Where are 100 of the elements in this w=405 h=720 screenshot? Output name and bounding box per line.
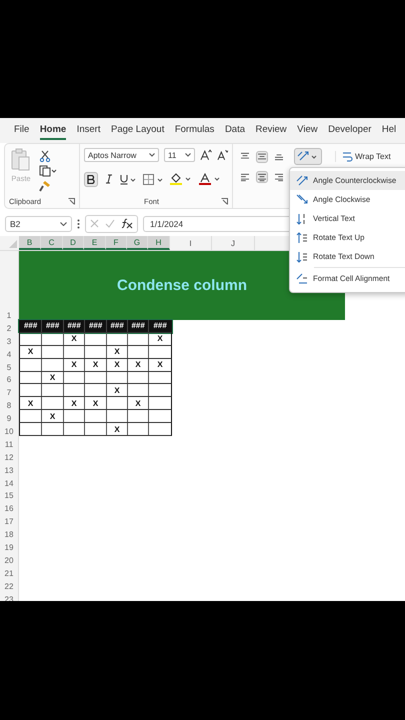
rotate-down-icon — [296, 250, 308, 262]
cut-icon[interactable] — [39, 150, 51, 162]
column-header[interactable]: H — [148, 236, 170, 250]
row-header[interactable]: 11 — [0, 436, 19, 449]
row-header[interactable]: 5 — [0, 358, 19, 372]
row-header[interactable]: 1 — [0, 251, 19, 320]
vertical-align-button[interactable] — [256, 150, 268, 162]
table-cell[interactable]: ### — [128, 320, 149, 332]
table-cell[interactable]: ### — [85, 320, 107, 332]
horizontal-align-button[interactable] — [273, 171, 285, 183]
row-header[interactable]: 14 — [0, 474, 19, 488]
column-header[interactable]: E — [84, 236, 106, 250]
row-header[interactable]: 13 — [0, 462, 19, 475]
format-painter-icon[interactable] — [39, 180, 51, 192]
orientation-button[interactable] — [294, 148, 322, 165]
row-header[interactable]: 8 — [0, 397, 19, 410]
row-header[interactable]: 9 — [0, 410, 19, 424]
table-cell[interactable]: X — [128, 358, 149, 371]
table-cell[interactable]: X — [20, 397, 42, 410]
name-box[interactable]: B2 — [5, 216, 72, 232]
table-cell[interactable]: ### — [20, 320, 42, 332]
fill-color-icon[interactable] — [170, 173, 192, 185]
align-icon — [275, 172, 283, 182]
angled-text-icon — [296, 175, 308, 186]
ribbon-tab[interactable]: Hel — [382, 121, 396, 140]
table-cell[interactable]: ### — [107, 320, 128, 332]
table-cell[interactable]: X — [64, 358, 85, 371]
column-header[interactable]: B — [19, 236, 41, 250]
ribbon-tab[interactable]: View — [297, 121, 318, 140]
font-size-field[interactable]: 11 — [164, 148, 196, 162]
function-icon[interactable] — [121, 218, 133, 229]
row-header[interactable]: 17 — [0, 513, 19, 526]
column-header[interactable]: C — [41, 236, 63, 250]
table-cell[interactable]: ### — [64, 320, 85, 332]
table-cell[interactable]: X — [20, 346, 42, 358]
banner-title: Condense column — [116, 277, 247, 294]
row-header[interactable]: 3 — [0, 332, 19, 346]
row-header[interactable]: 10 — [0, 423, 19, 436]
row-header[interactable]: 4 — [0, 346, 19, 359]
row-header[interactable]: 18 — [0, 526, 19, 540]
table-cell[interactable]: X — [42, 410, 64, 422]
table-cell[interactable]: X — [149, 358, 171, 371]
ribbon-tab[interactable]: Insert — [76, 121, 100, 140]
column-header[interactable]: D — [63, 236, 84, 250]
rotate-up-icon — [296, 232, 308, 244]
row-header[interactable]: 15 — [0, 488, 19, 500]
table-cell[interactable]: ### — [149, 320, 171, 332]
ribbon-tab[interactable]: Review — [256, 121, 287, 140]
font-name-field[interactable]: Aptos Narrow — [84, 148, 160, 162]
column-header[interactable]: G — [127, 236, 148, 250]
grow-font-icon[interactable] — [200, 149, 212, 161]
column-header[interactable]: F — [106, 236, 127, 250]
table-cell[interactable]: X — [85, 397, 107, 410]
ribbon-tab[interactable]: Home — [40, 121, 66, 140]
more-icon[interactable] — [77, 218, 80, 228]
table-cell[interactable]: X — [107, 346, 128, 358]
table-cell[interactable]: X — [149, 332, 171, 345]
ribbon-tab[interactable]: Data — [224, 121, 246, 140]
row-header[interactable]: 6 — [0, 372, 19, 384]
row-header[interactable]: 22 — [0, 578, 19, 591]
row-header[interactable]: 7 — [0, 384, 19, 398]
copy-icon[interactable] — [39, 165, 57, 177]
align-icon — [258, 152, 266, 161]
ribbon-tab[interactable]: Formulas — [174, 121, 214, 140]
table-cell[interactable]: ### — [42, 320, 64, 332]
row-header[interactable]: 20 — [0, 552, 19, 565]
clipboard-icon — [11, 148, 31, 172]
row-header[interactable]: 19 — [0, 539, 19, 552]
table-cell[interactable]: X — [64, 332, 85, 345]
borders-icon[interactable] — [143, 174, 163, 184]
column-header[interactable]: J — [212, 236, 255, 250]
horizontal-align-button[interactable] — [239, 171, 251, 183]
table-cell[interactable]: X — [64, 397, 85, 410]
row-header[interactable]: 16 — [0, 500, 19, 514]
table-cell[interactable]: X — [85, 358, 107, 371]
table-cell[interactable]: X — [42, 372, 64, 384]
column-header[interactable]: I — [170, 236, 212, 250]
chevron-icon — [60, 222, 67, 226]
row-header[interactable]: 12 — [0, 448, 19, 462]
ribbon-tab[interactable]: File — [14, 121, 30, 140]
table-cell[interactable]: X — [128, 397, 149, 410]
wrap-text-button[interactable]: Wrap Text — [335, 151, 391, 162]
ribbon-tab[interactable]: Page Layout — [110, 121, 164, 140]
horizontal-align-button[interactable] — [256, 171, 268, 183]
table-cell[interactable]: X — [107, 423, 128, 436]
table-cell[interactable]: X — [107, 358, 128, 371]
table-cell[interactable]: X — [107, 384, 128, 396]
row-header[interactable]: 21 — [0, 564, 19, 578]
font-color-icon[interactable] — [199, 173, 221, 185]
underline-icon[interactable] — [120, 174, 136, 184]
shrink-font-icon[interactable] — [216, 149, 228, 161]
angled-text-icon — [297, 151, 319, 162]
italic-icon[interactable] — [105, 174, 113, 184]
bold-button[interactable] — [84, 172, 98, 186]
launcher-icon[interactable] — [68, 198, 75, 204]
ribbon-tab[interactable]: Developer — [328, 121, 372, 140]
launcher-icon[interactable] — [221, 198, 228, 204]
align-icon — [275, 152, 283, 161]
align-icon — [241, 172, 249, 182]
row-header[interactable]: 2 — [0, 320, 19, 333]
